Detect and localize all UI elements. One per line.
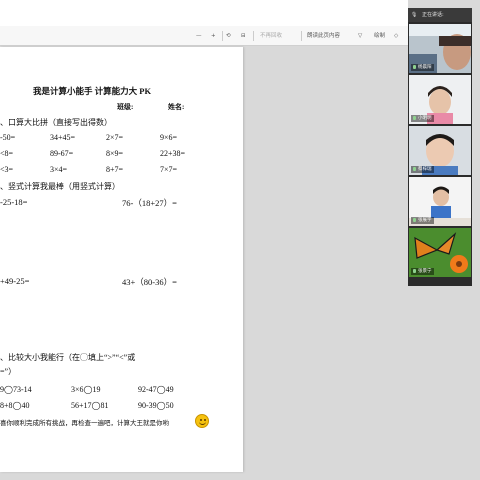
history-button[interactable]: 不再回收 — [260, 26, 282, 46]
compare-item: 8+8◯40 — [0, 401, 30, 410]
window-top-strip — [0, 0, 408, 26]
participant-name: 张景宁 — [411, 268, 434, 275]
oral-item: 8×9= — [106, 149, 124, 158]
oral-item: 3×4= — [50, 165, 68, 174]
section-2-heading: 、竖式计算我最棒（用竖式计算） — [0, 182, 120, 191]
oral-item: 34+45= — [50, 133, 76, 142]
draw-button[interactable]: 绘制 — [374, 26, 385, 46]
vertical-calc-item: +49-25= — [0, 276, 30, 286]
mic-icon: 🎙 — [411, 12, 418, 18]
participant-video[interactable]: 杨晨阳 — [409, 24, 471, 73]
highlight-icon[interactable]: ▽ — [358, 26, 362, 46]
oral-item: 8+7= — [106, 165, 124, 174]
compare-item: 3×6◯19 — [71, 385, 101, 394]
zoom-out-button[interactable]: — — [196, 26, 202, 46]
zoom-in-button[interactable]: + — [211, 26, 216, 46]
smiley-icon — [195, 414, 209, 428]
oral-item: 9×6= — [160, 133, 178, 142]
section-3-heading-cont: =”） — [0, 367, 17, 376]
vertical-calc-item: 76-（18+27）= — [122, 198, 177, 208]
oral-item: <8= — [0, 149, 14, 158]
worksheet-page: 我是计算小能手 计算能力大 PK 班级: 姓名: 、口算大比拼（直接写出得数） … — [0, 47, 243, 472]
section-3-heading: 、比较大小我能行（在◯填上“>”“<”或 — [0, 353, 136, 362]
page-fit-icon[interactable]: ⊟ — [241, 26, 246, 46]
compare-item: 56+17◯81 — [71, 401, 109, 410]
oral-item: 2×7= — [106, 133, 124, 142]
oral-item: 89-67= — [50, 149, 74, 158]
pdf-toolbar: — + ⟲ ⊟ 不再回收 朗读此页内容 ▽ 绘制 ◇ — [0, 26, 408, 46]
erase-icon[interactable]: ◇ — [394, 26, 398, 46]
toolbar-divider — [253, 31, 254, 41]
worksheet-title: 我是计算小能手 计算能力大 PK — [33, 86, 152, 96]
class-label: 班级: — [117, 103, 134, 111]
participant-name: 杨晨阳 — [411, 64, 434, 71]
compare-item: 90-39◯50 — [138, 401, 174, 410]
vertical-calc-item: 43+（80-36）= — [122, 277, 177, 287]
toolbar-divider — [301, 31, 302, 41]
closing-message: 喜你顺利完成所有挑战，再检查一遍吧，计算大王就是你哟 — [0, 420, 169, 427]
participant-video[interactable]: 张景宁 — [409, 228, 471, 277]
compare-item: 9◯73-14 — [0, 385, 32, 394]
participant-name: 张展宇 — [411, 217, 434, 224]
vertical-calc-item: -25-18= — [0, 197, 28, 207]
compare-item: 92-47◯49 — [138, 385, 174, 394]
participant-name: 小明明 — [411, 115, 434, 122]
oral-item: 22+38= — [160, 149, 186, 158]
toolbar-divider — [222, 31, 223, 41]
participant-video[interactable]: 张展宇 — [409, 177, 471, 226]
oral-item: <3= — [0, 165, 14, 174]
name-label: 姓名: — [168, 103, 185, 111]
participant-video[interactable]: 小明明 — [409, 75, 471, 124]
read-aloud-button[interactable]: 朗读此页内容 — [307, 26, 340, 46]
section-1-heading: 、口算大比拼（直接写出得数） — [0, 118, 112, 127]
speaking-indicator: 🎙 正在讲话: — [408, 8, 472, 22]
rotate-icon[interactable]: ⟲ — [226, 26, 231, 46]
oral-item: 7×7= — [160, 165, 178, 174]
participant-video[interactable]: 蔡梓瑞 — [409, 126, 471, 175]
meeting-video-panel: 🎙 正在讲话: 杨晨阳 小明明 蔡梓瑞 张展宇 张景宁 — [408, 8, 472, 286]
oral-item: -50= — [0, 133, 16, 142]
participant-name: 蔡梓瑞 — [411, 166, 434, 173]
